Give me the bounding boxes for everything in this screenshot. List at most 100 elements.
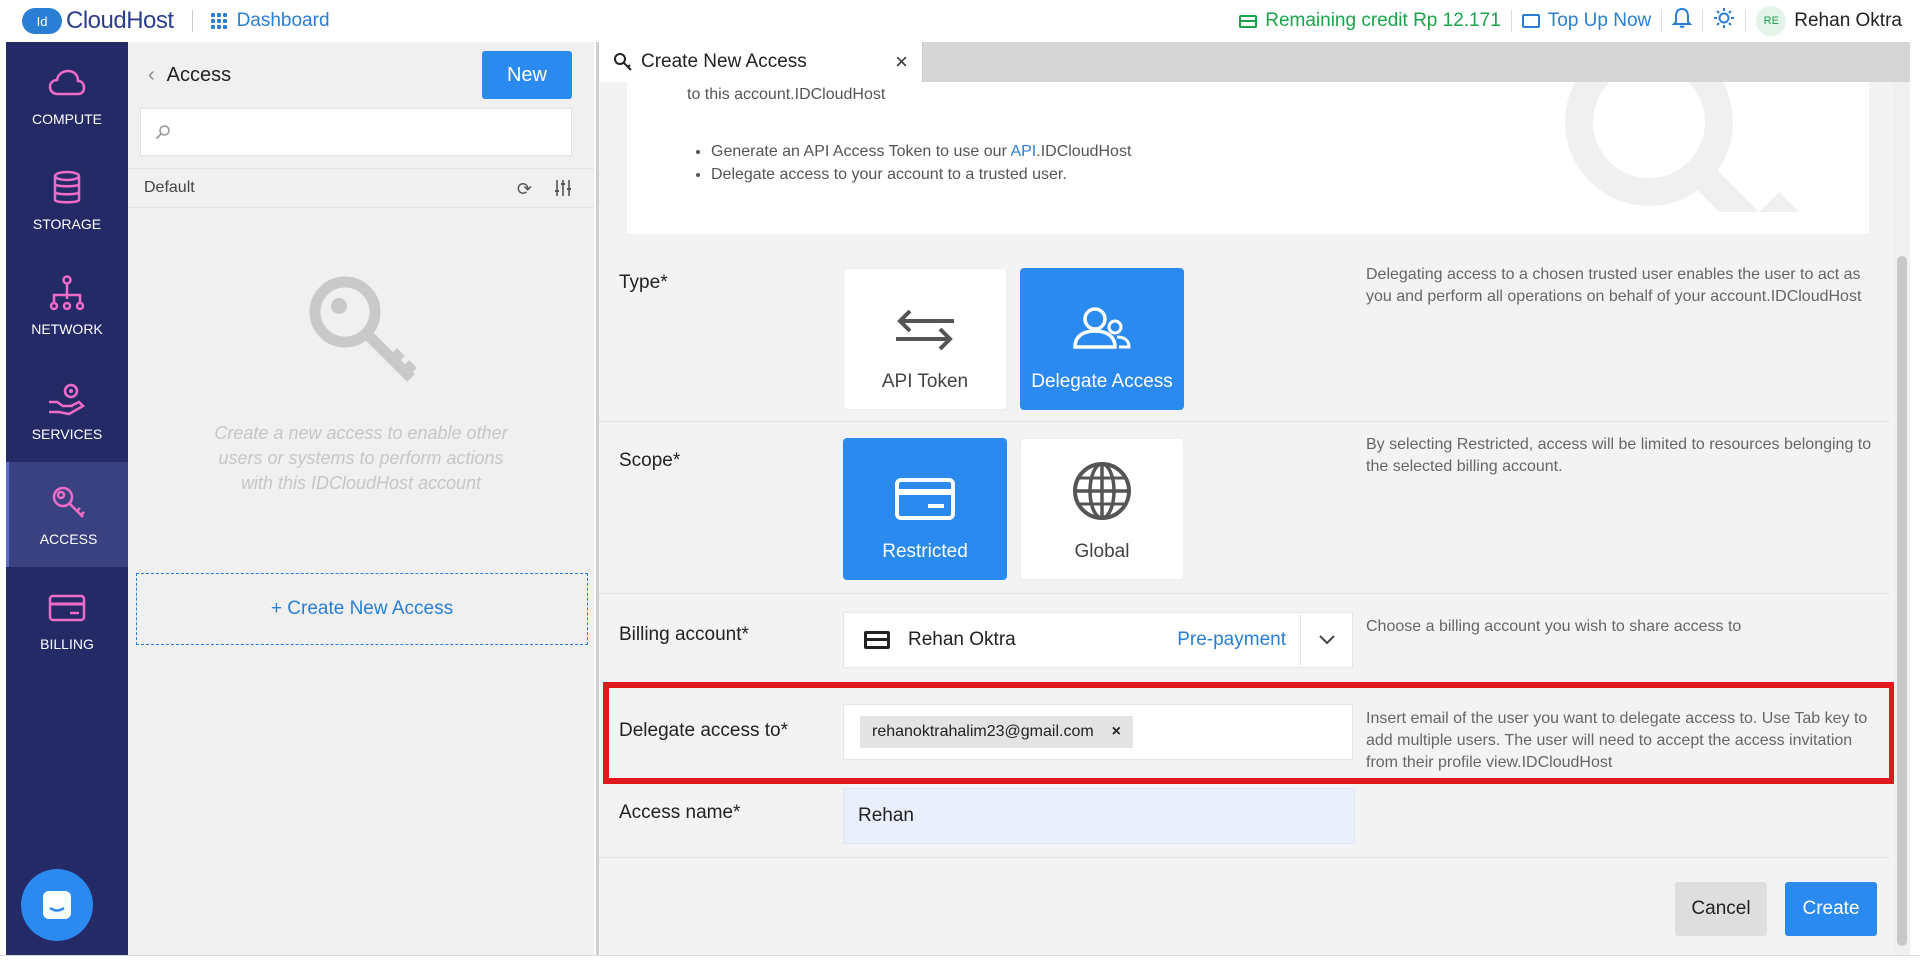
remaining-credit[interactable]: Remaining credit Rp 12.171 [1239,10,1501,32]
users-icon [1071,305,1133,357]
scope-option-restricted[interactable]: Restricted [843,438,1007,580]
dashboard-label: Dashboard [236,10,330,31]
divider [1702,10,1704,32]
sidebar: COMPUTE STORAGE NETWORK SERVICES ACCESS … [6,42,128,955]
divider [1745,10,1747,32]
billing-label: Billing account* [619,624,749,645]
new-button[interactable]: New [482,51,572,99]
intro-bullet: Generate an API Access Token to use our … [711,140,1131,163]
sidebar-item-services[interactable]: SERVICES [6,357,128,462]
sidebar-item-label: NETWORK [31,320,103,337]
tab-title: Create New Access [641,51,807,72]
wallet-icon [1239,14,1258,28]
type-option-delegate-access[interactable]: Delegate Access [1020,268,1184,410]
database-icon [47,168,87,208]
tile-label: Restricted [882,541,968,562]
group-label: Default [144,179,195,196]
close-icon[interactable]: × [895,49,908,75]
type-help: Delegating access to a chosen trusted us… [1366,266,1862,305]
tile-label: Global [1074,541,1130,562]
search-input[interactable] [140,108,572,156]
card-icon [894,477,956,527]
divider [1510,10,1512,32]
main-panel: Create New Access × to this account.IDCl… [596,42,1910,955]
api-link[interactable]: API [1010,143,1036,160]
dashboard-link[interactable]: Dashboard [210,10,330,32]
panel-title: Access [166,63,232,86]
billing-account-name: Rehan Oktra [908,629,1016,650]
group-row: Default ⟳ [128,168,594,208]
billing-plan: Pre-payment [1177,629,1286,650]
logo[interactable]: Id CloudHost [22,7,174,35]
sidebar-item-billing[interactable]: BILLING [6,567,128,672]
tile-label: API Token [881,371,969,392]
highlight-box [603,682,1895,784]
cloud-icon [47,63,87,103]
sidebar-item-label: COMPUTE [32,110,102,127]
tab-bar: Create New Access × [599,42,1910,82]
services-icon [47,378,87,418]
type-option-api-token[interactable]: API Token [843,268,1007,410]
intro-card: to this account.IDCloudHost Generate an … [627,82,1869,234]
access-name-input[interactable]: Rehan [843,788,1355,844]
access-name-label: Access name* [619,802,741,823]
avatar[interactable]: RE [1756,6,1787,36]
sidebar-item-access[interactable]: ACCESS [6,462,128,567]
chevron-down-icon[interactable] [1300,613,1352,667]
sidebar-item-storage[interactable]: STORAGE [6,147,128,252]
bottom-strip [0,955,1920,963]
intro-line: to this account.IDCloudHost [687,86,886,103]
sidebar-item-compute[interactable]: COMPUTE [6,42,128,147]
key-watermark-icon [1565,82,1799,212]
top-bar: Id CloudHost Dashboard Remaining credit … [0,0,1920,42]
sidebar-item-label: BILLING [40,635,94,652]
scrollbar[interactable] [1894,82,1910,955]
cancel-button[interactable]: Cancel [1675,882,1767,936]
create-button[interactable]: Create [1785,882,1877,936]
key-icon [309,276,417,382]
logo-badge: Id [22,8,62,34]
billing-account-select[interactable]: Rehan Oktra Pre-payment [843,612,1353,668]
credit-text: Remaining credit Rp 12.171 [1265,10,1501,31]
empty-state: Create a new access to enable other user… [128,270,594,496]
access-list-header: ‹ Access New [128,42,594,108]
sidebar-item-label: STORAGE [32,215,102,232]
scope-row: Scope* Restricted Global By selecting Re… [599,422,1889,594]
sidebar-item-network[interactable]: NETWORK [6,252,128,357]
chevron-left-icon[interactable]: ‹ [148,64,155,87]
empty-state-text: Create a new access to enable other user… [214,423,508,493]
bell-icon[interactable] [1671,7,1693,35]
card-icon [864,631,890,649]
access-list-panel: ‹ Access New Default ⟳ Create a new acce… [128,42,594,955]
scope-label: Scope* [619,450,681,471]
chat-icon [43,891,71,919]
arrows-swap-icon [894,309,956,357]
key-icon [614,53,632,71]
intro-bullets: Generate an API Access Token to use our … [711,140,1131,186]
user-name[interactable]: Rehan Oktra [1794,10,1902,32]
intro-bullet: Delegate access to your account to a tru… [711,163,1131,186]
scope-help: By selecting Restricted, access will be … [1366,436,1872,475]
top-right-group: Remaining credit Rp 12.171 Top Up Now RE… [1239,0,1902,42]
theme-toggle-icon[interactable] [1713,7,1735,35]
globe-icon [1072,461,1132,527]
network-icon [47,273,87,313]
tile-label: Delegate Access [1031,371,1173,392]
top-up-link[interactable]: Top Up Now [1521,10,1651,32]
sidebar-item-label: ACCESS [39,530,98,547]
chat-button[interactable] [21,869,93,941]
divider [1661,10,1663,32]
scope-option-global[interactable]: Global [1020,438,1184,580]
logo-text: CloudHost [66,7,174,34]
card-icon [47,588,87,628]
sidebar-item-label: SERVICES [31,425,103,442]
divider [191,10,193,32]
tab-create-new-access[interactable]: Create New Access × [599,42,923,82]
create-new-access-link[interactable]: + Create New Access [136,573,588,645]
type-label: Type* [619,272,668,293]
filter-sliders-icon[interactable] [554,179,572,202]
search-icon [155,125,170,140]
refresh-icon[interactable]: ⟳ [517,179,532,202]
scroll-thumb[interactable] [1897,256,1907,946]
billing-help: Choose a billing account you wish to sha… [1366,618,1742,635]
